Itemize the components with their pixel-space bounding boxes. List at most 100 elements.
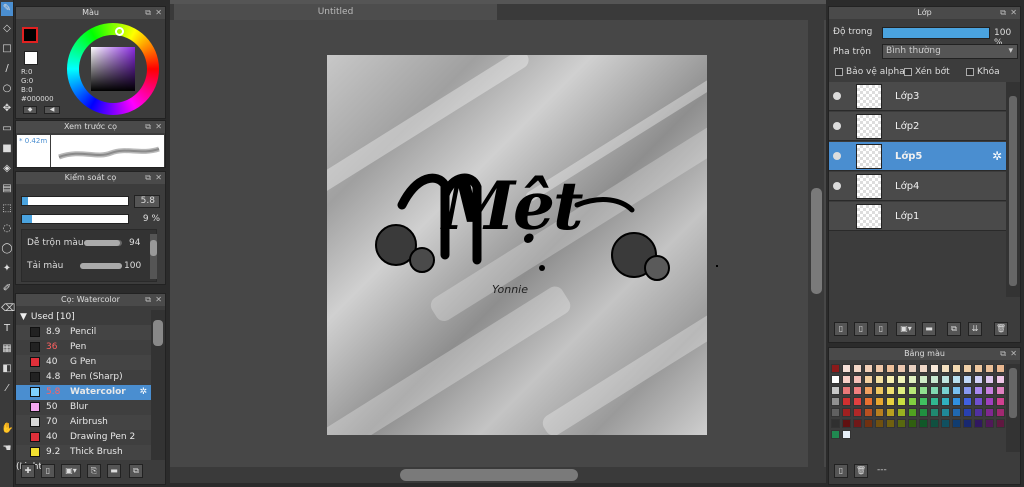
palette-swatch[interactable] <box>853 419 862 428</box>
palette-swatch[interactable] <box>919 408 928 417</box>
brush-list-item[interactable]: 70 Airbrush <box>16 415 151 430</box>
palette-swatch[interactable] <box>974 364 983 373</box>
brush-list-item[interactable]: 40 G Pen <box>16 355 151 370</box>
layer-item[interactable]: Lớp1 <box>829 202 1006 231</box>
close-icon[interactable]: ✕ <box>155 121 162 133</box>
palette-swatch[interactable] <box>952 408 961 417</box>
palette-swatch[interactable] <box>853 364 862 373</box>
add-group-icon[interactable]: ▣▾ <box>61 464 81 478</box>
palette-swatch[interactable] <box>886 375 895 384</box>
add-palette-icon[interactable]: ▯ <box>834 464 848 478</box>
palette-swatch[interactable] <box>831 397 840 406</box>
hue-handle[interactable] <box>115 27 124 36</box>
palette-swatch[interactable] <box>842 375 851 384</box>
palette-swatch[interactable] <box>864 408 873 417</box>
palette-swatch[interactable] <box>897 375 906 384</box>
visibility-toggle-icon[interactable] <box>833 122 841 130</box>
palette-swatch[interactable] <box>886 419 895 428</box>
layer-item[interactable]: Lớp2 <box>829 112 1006 141</box>
palette-swatch[interactable] <box>985 375 994 384</box>
add-layer-menu-icon[interactable]: ▣▾ <box>896 322 916 336</box>
gear-icon[interactable]: ✲ <box>139 385 147 400</box>
palette-swatch[interactable] <box>908 408 917 417</box>
eraser-tool-icon[interactable]: ◇ <box>1 22 13 36</box>
divide-tool-icon[interactable]: ◧ <box>1 362 13 376</box>
palette-swatch[interactable] <box>963 375 972 384</box>
ellipse-select-tool-icon[interactable]: ◯ <box>1 242 13 256</box>
select-rect-tool-icon[interactable]: □ <box>1 42 13 56</box>
palette-swatch[interactable] <box>930 375 939 384</box>
palette-swatch[interactable] <box>941 386 950 395</box>
brush-list-item[interactable]: 36 Pen <box>16 340 151 355</box>
palette-swatch[interactable] <box>864 386 873 395</box>
palette-swatch[interactable] <box>864 397 873 406</box>
canvas-horizontal-scroll-thumb[interactable] <box>400 469 578 481</box>
transparent-color-swatch[interactable] <box>24 51 38 65</box>
palette-swatch[interactable] <box>864 364 873 373</box>
folder-icon[interactable]: ▬ <box>107 464 121 478</box>
palette-scrollbar[interactable] <box>1006 364 1020 452</box>
brush-list-item[interactable]: 9.2Thick Brush (Light <box>16 445 151 472</box>
blend-slider[interactable] <box>84 240 122 246</box>
palette-swatch[interactable] <box>963 364 972 373</box>
layer-list-scrollbar[interactable] <box>1006 82 1020 297</box>
palette-swatch[interactable] <box>941 408 950 417</box>
palette-swatch[interactable] <box>919 397 928 406</box>
palette-swatch[interactable] <box>963 408 972 417</box>
palette-swatch[interactable] <box>974 419 983 428</box>
primary-color-swatch[interactable] <box>22 27 38 43</box>
palette-swatch[interactable] <box>996 397 1005 406</box>
palette-swatch[interactable] <box>842 364 851 373</box>
hue-wheel[interactable] <box>67 23 159 115</box>
palette-swatch[interactable] <box>831 364 840 373</box>
palette-swatch[interactable] <box>897 408 906 417</box>
palette-swatch[interactable] <box>941 364 950 373</box>
undock-icon[interactable]: ⧉ <box>145 294 151 306</box>
clipping-checkbox[interactable]: Xén bớt <box>904 67 950 77</box>
palette-swatch[interactable] <box>974 397 983 406</box>
layer-item[interactable]: Lớp4 <box>829 172 1006 201</box>
palette-swatch[interactable] <box>908 386 917 395</box>
layer-item[interactable]: Lớp5 ✲ <box>829 142 1006 171</box>
delete-palette-icon[interactable]: 🗑 <box>854 464 868 478</box>
palette-swatch[interactable] <box>853 408 862 417</box>
palette-swatch[interactable] <box>974 375 983 384</box>
palette-swatch[interactable] <box>930 364 939 373</box>
palette-swatch[interactable] <box>919 375 928 384</box>
palette-swatch[interactable] <box>875 408 884 417</box>
merge-down-icon[interactable]: ⇊ <box>968 322 982 336</box>
close-icon[interactable]: ✕ <box>155 7 162 19</box>
new-layer-icon[interactable]: ▯ <box>834 322 848 336</box>
new-file-icon[interactable]: ▯ <box>41 464 55 478</box>
brush-list-item[interactable]: 50 Blur <box>16 400 151 415</box>
brush-group-header[interactable]: ▼ Used [10] <box>16 310 151 325</box>
delete-layer-icon[interactable]: 🗑 <box>994 322 1008 336</box>
palette-swatch[interactable] <box>875 386 884 395</box>
palette-swatch[interactable] <box>842 386 851 395</box>
swap-colors-button[interactable]: ◆ <box>23 106 37 114</box>
palette-swatch[interactable] <box>985 419 994 428</box>
palette-swatch[interactable] <box>864 375 873 384</box>
palette-swatch[interactable] <box>963 419 972 428</box>
palette-swatch[interactable] <box>897 364 906 373</box>
palette-swatch[interactable] <box>930 397 939 406</box>
bucket-tool-icon[interactable]: ◈ <box>1 162 13 176</box>
new-folder-icon[interactable]: ▬ <box>922 322 936 336</box>
palette-swatch[interactable] <box>996 408 1005 417</box>
brush-tool-icon[interactable]: ✎ <box>1 2 13 16</box>
scroll-thumb[interactable] <box>1009 96 1017 286</box>
brush-opacity-slider[interactable] <box>21 214 129 224</box>
lasso-select-tool-icon[interactable]: ◌ <box>1 222 13 236</box>
palette-swatch[interactable] <box>886 397 895 406</box>
palette-swatch[interactable] <box>831 419 840 428</box>
new-brush-icon[interactable]: ✚ <box>21 464 35 478</box>
hand-tool-icon[interactable]: ☚ <box>1 442 13 456</box>
gradient-tool-icon[interactable]: ▤ <box>1 182 13 196</box>
brush-list-item[interactable]: 8.9 Pencil <box>16 325 151 340</box>
palette-swatch[interactable] <box>875 419 884 428</box>
palette-swatch[interactable] <box>919 386 928 395</box>
scroll-thumb[interactable] <box>153 320 163 346</box>
close-icon[interactable]: ✕ <box>155 172 162 184</box>
palette-swatch[interactable] <box>941 375 950 384</box>
palette-swatch[interactable] <box>908 419 917 428</box>
